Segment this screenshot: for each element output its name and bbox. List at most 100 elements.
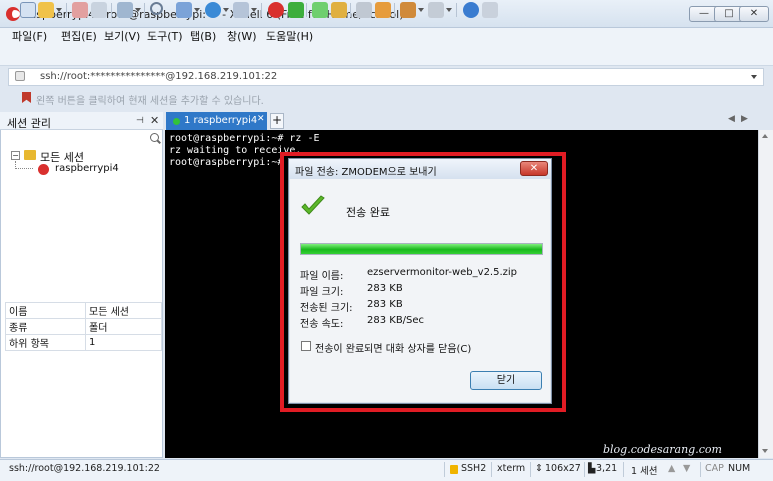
toolbar-separator [394, 3, 395, 17]
tab-scroll-left-icon[interactable]: ◀ [728, 114, 735, 124]
scroll-down-icon[interactable] [762, 449, 768, 453]
dialog-close-button[interactable]: ✕ [520, 161, 548, 176]
session-down-icon[interactable]: ▼ [683, 463, 690, 474]
bookmark-icon [22, 92, 31, 103]
menu-view[interactable]: 보기(V) [100, 28, 144, 46]
font-dropdown-icon[interactable] [251, 8, 257, 12]
status-separator [700, 462, 701, 477]
property-key: 하위 항목 [5, 334, 86, 351]
transfer-icon[interactable] [400, 2, 416, 18]
table-row: 하위 항목 1 [5, 334, 162, 351]
tree-connector [15, 161, 33, 169]
tree-item-raspberrypi4[interactable]: raspberrypi4 [55, 163, 119, 174]
file-name-label: 파일 이름: [300, 271, 344, 282]
options-icon[interactable] [482, 2, 498, 18]
compose-icon[interactable] [428, 2, 444, 18]
address-text[interactable]: ssh://root:***************@192.168.219.1… [40, 71, 277, 82]
toolbar-separator [350, 3, 351, 17]
tab-scroll-right-icon[interactable]: ▶ [741, 114, 748, 124]
status-separator [491, 462, 492, 477]
toolbar-separator [144, 3, 145, 17]
session-panel-close-icon[interactable]: ✕ [150, 114, 159, 127]
menu-edit[interactable]: 편집(E) [57, 28, 101, 46]
transfer-dropdown-icon[interactable] [418, 8, 424, 12]
properties-table: 이름 모든 세션 종류 폴더 하위 항목 1 [5, 302, 162, 351]
lock-screen-icon[interactable] [331, 2, 347, 18]
property-key: 이름 [5, 302, 86, 319]
menu-tools[interactable]: 도구(T) [143, 28, 187, 46]
tunneling-icon[interactable] [288, 2, 304, 18]
session-up-icon[interactable]: ▲ [668, 463, 675, 474]
open-folder-icon[interactable] [38, 2, 54, 18]
lock-icon [15, 71, 25, 81]
encoding-dropdown-icon[interactable] [223, 8, 229, 12]
auto-close-checkbox[interactable] [301, 341, 311, 351]
property-value: 폴더 [85, 318, 162, 335]
status-sessions: 1 세션 [631, 466, 658, 477]
file-size-label: 파일 크기: [300, 287, 344, 298]
layout-icon[interactable] [176, 2, 192, 18]
table-row: 이름 모든 세션 [5, 302, 162, 319]
help-icon[interactable] [463, 2, 479, 18]
tree-collapse-icon[interactable]: − [11, 151, 20, 160]
toolbar [0, 46, 773, 66]
properties-icon[interactable] [117, 2, 133, 18]
properties-dropdown-icon[interactable] [135, 8, 141, 12]
dialog-title: 파일 전송: ZMODEM으로 보내기 [295, 167, 437, 178]
session-icon [38, 164, 49, 175]
property-key: 종류 [5, 318, 86, 335]
address-dropdown-icon[interactable] [751, 75, 757, 79]
script-icon[interactable] [375, 2, 391, 18]
toolbar-separator [261, 3, 262, 17]
folder-icon [24, 150, 36, 160]
tab-label[interactable]: 1 raspberrypi4 [184, 115, 257, 126]
pin-icon[interactable]: ⊣ [136, 116, 144, 126]
size-icon: ⇕ [535, 463, 543, 474]
checkmark-icon [301, 195, 325, 215]
search-icon[interactable] [150, 133, 159, 142]
property-value: 모든 세션 [85, 302, 162, 319]
new-session-icon[interactable] [20, 2, 36, 18]
fullscreen-icon[interactable] [312, 2, 328, 18]
menu-help[interactable]: 도움말(H) [262, 28, 317, 46]
property-value: 1 [85, 334, 162, 351]
watermark: blog.codesarang.com [603, 443, 722, 456]
transferred-label: 전송된 크기: [300, 303, 353, 314]
transfer-status: 전송 완료 [346, 206, 390, 219]
status-separator [584, 462, 585, 477]
status-connection: ssh://root@192.168.219.101:22 [9, 463, 160, 474]
file-size-value: 283 KB [367, 283, 403, 294]
toolbar-separator [456, 3, 457, 17]
terminal-scrollbar[interactable] [758, 130, 773, 458]
menu-window[interactable]: 창(W) [223, 28, 261, 46]
toolbar-separator [66, 3, 67, 17]
progress-fill [301, 244, 542, 254]
scroll-up-icon[interactable] [762, 134, 768, 138]
speed-label: 전송 속도: [300, 319, 344, 330]
session-panel-title: 세션 관리 [7, 117, 51, 130]
status-cursor: 3,21 [596, 463, 618, 474]
menu-tab[interactable]: 탭(B) [186, 28, 220, 46]
status-separator [623, 462, 624, 477]
close-dialog-button[interactable]: 닫기 [470, 371, 542, 390]
xftp-icon[interactable] [268, 2, 284, 18]
xshell-logo-icon [6, 7, 20, 21]
menu-file[interactable]: 파일(F) [8, 28, 51, 46]
new-tab-button[interactable]: + [270, 113, 284, 129]
tab-close-icon[interactable]: ✕ [257, 114, 265, 124]
auto-close-label[interactable]: 전송이 완료되면 대화 상자를 닫음(C) [315, 340, 471, 355]
terminal-line: root@raspberrypi:~# [169, 157, 290, 168]
open-dropdown-icon[interactable] [56, 8, 62, 12]
compose-dropdown-icon[interactable] [446, 8, 452, 12]
keyboard-icon[interactable] [356, 2, 372, 18]
reconnect-icon[interactable] [72, 2, 88, 18]
close-window-button[interactable]: ✕ [739, 6, 769, 22]
disconnect-icon[interactable] [91, 2, 107, 18]
status-protocol: SSH2 [461, 463, 487, 474]
find-icon[interactable] [150, 2, 163, 15]
globe-icon[interactable] [205, 2, 221, 18]
status-size: 106x27 [545, 463, 581, 474]
font-icon[interactable] [233, 2, 249, 18]
layout-dropdown-icon[interactable] [194, 8, 200, 12]
file-name-value: ezservermonitor-web_v2.5.zip [367, 267, 518, 278]
